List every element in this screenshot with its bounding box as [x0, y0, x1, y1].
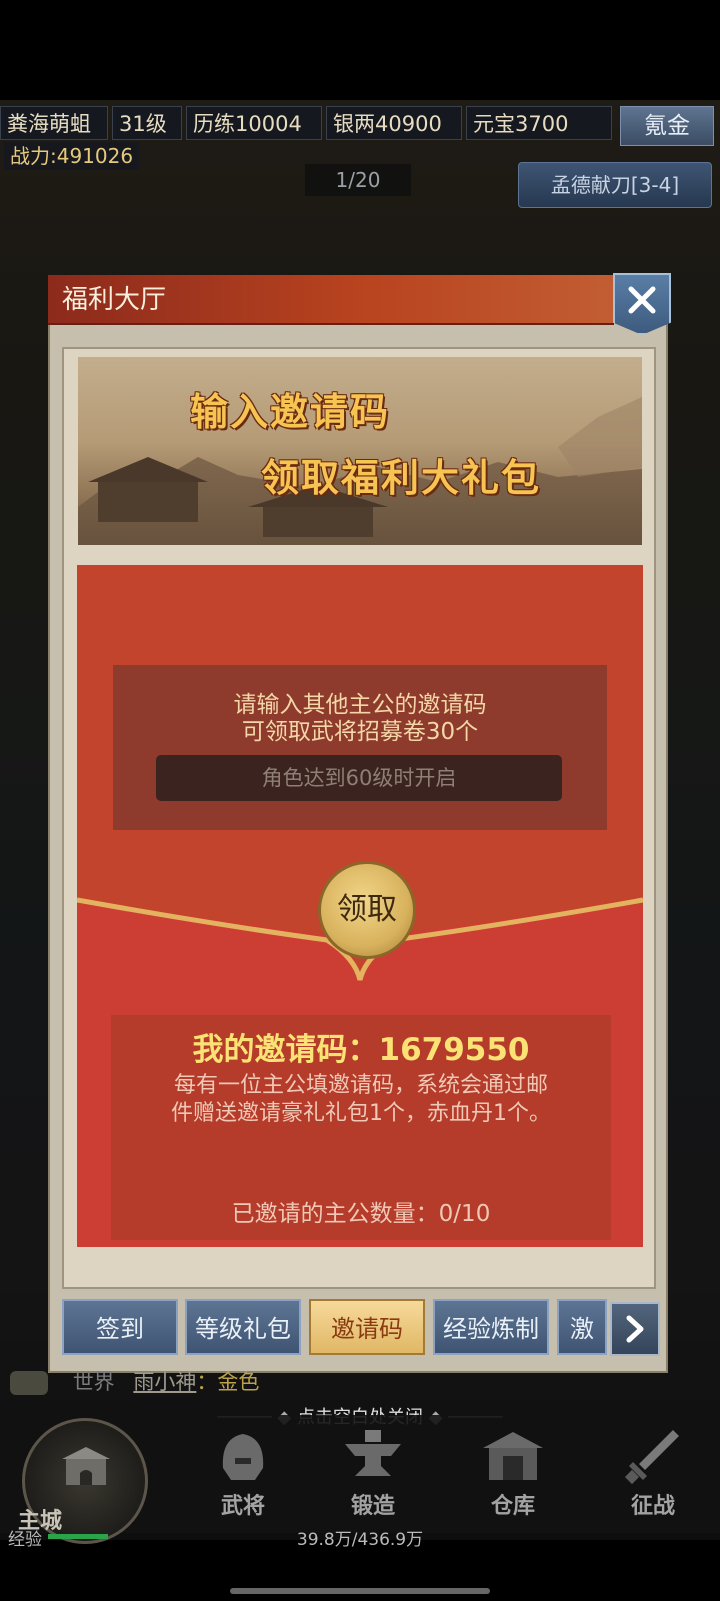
close-icon — [628, 286, 656, 314]
stage-button[interactable]: 孟德献刀[3-4] — [518, 162, 712, 208]
home-indicator[interactable] — [230, 1588, 490, 1594]
chat-channel: 世界 — [72, 1370, 115, 1394]
helmet-icon — [222, 1434, 264, 1480]
world-chat-row[interactable]: 世界 雨小神：金色 — [10, 1367, 259, 1397]
invite-code-input[interactable] — [156, 755, 562, 801]
tab-sign-in[interactable]: 签到 — [62, 1299, 178, 1355]
anvil-icon — [345, 1430, 401, 1476]
invite-banner: 输入邀请码 领取福利大礼包 — [78, 357, 642, 545]
player-level: 31级 — [112, 106, 182, 140]
nav-label-warehouse: 仓库 — [490, 1494, 535, 1519]
claim-button[interactable]: 领取 — [318, 861, 416, 959]
banner-line-1: 输入邀请码 — [190, 390, 391, 434]
invite-reward-description-2: 件赠送邀请豪礼礼包1个，赤血丹1个。 — [171, 1101, 551, 1126]
nav-label-forge: 锻造 — [350, 1494, 395, 1519]
chat-sender[interactable]: 雨小神 — [133, 1370, 196, 1394]
modal-title: 福利大厅 — [62, 285, 167, 315]
nav-generals[interactable]: 武将 — [173, 1420, 313, 1528]
nav-forge[interactable]: 锻造 — [303, 1420, 443, 1528]
chat-message: ：金色 — [196, 1370, 260, 1394]
chat-bubble-icon — [10, 1371, 48, 1395]
nav-campaign[interactable]: 征战 — [583, 1420, 720, 1528]
nav-label-campaign: 征战 — [630, 1494, 675, 1519]
exp-value: 39.8万/436.9万 — [296, 1530, 424, 1550]
city-gate-icon — [62, 1447, 110, 1485]
page-indicator: 1/20 — [305, 164, 411, 196]
warehouse-icon — [483, 1432, 543, 1480]
experience-stat: 历练10004 — [186, 106, 322, 140]
yuanbao-stat: 元宝3700 — [466, 106, 612, 140]
player-name: 粪海萌蛆 — [0, 106, 108, 140]
silver-stat: 银两40900 — [326, 106, 462, 140]
sword-icon — [624, 1430, 679, 1485]
banner-line-2: 领取福利大礼包 — [261, 456, 542, 500]
input-hint-line-2: 可领取武将招募卷30个 — [241, 719, 479, 745]
tab-level-gift[interactable]: 等级礼包 — [185, 1299, 301, 1355]
my-invite-code: 我的邀请码：1679550 — [192, 1032, 530, 1068]
nav-warehouse[interactable]: 仓库 — [443, 1420, 583, 1528]
close-button[interactable] — [613, 273, 671, 335]
recharge-button[interactable]: 氪金 — [620, 106, 714, 146]
nav-label-generals: 武将 — [220, 1494, 265, 1519]
tab-invite-code[interactable]: 邀请码 — [309, 1299, 425, 1355]
tab-scroll-next-button[interactable] — [610, 1302, 660, 1356]
tab-exp-refine[interactable]: 经验炼制 — [433, 1299, 549, 1355]
invited-count: 已邀请的主公数量：0/10 — [231, 1201, 491, 1227]
tab-activate[interactable]: 激 — [557, 1299, 607, 1355]
combat-power: 战力:491026 — [4, 142, 140, 170]
chevron-right-icon — [626, 1315, 644, 1343]
